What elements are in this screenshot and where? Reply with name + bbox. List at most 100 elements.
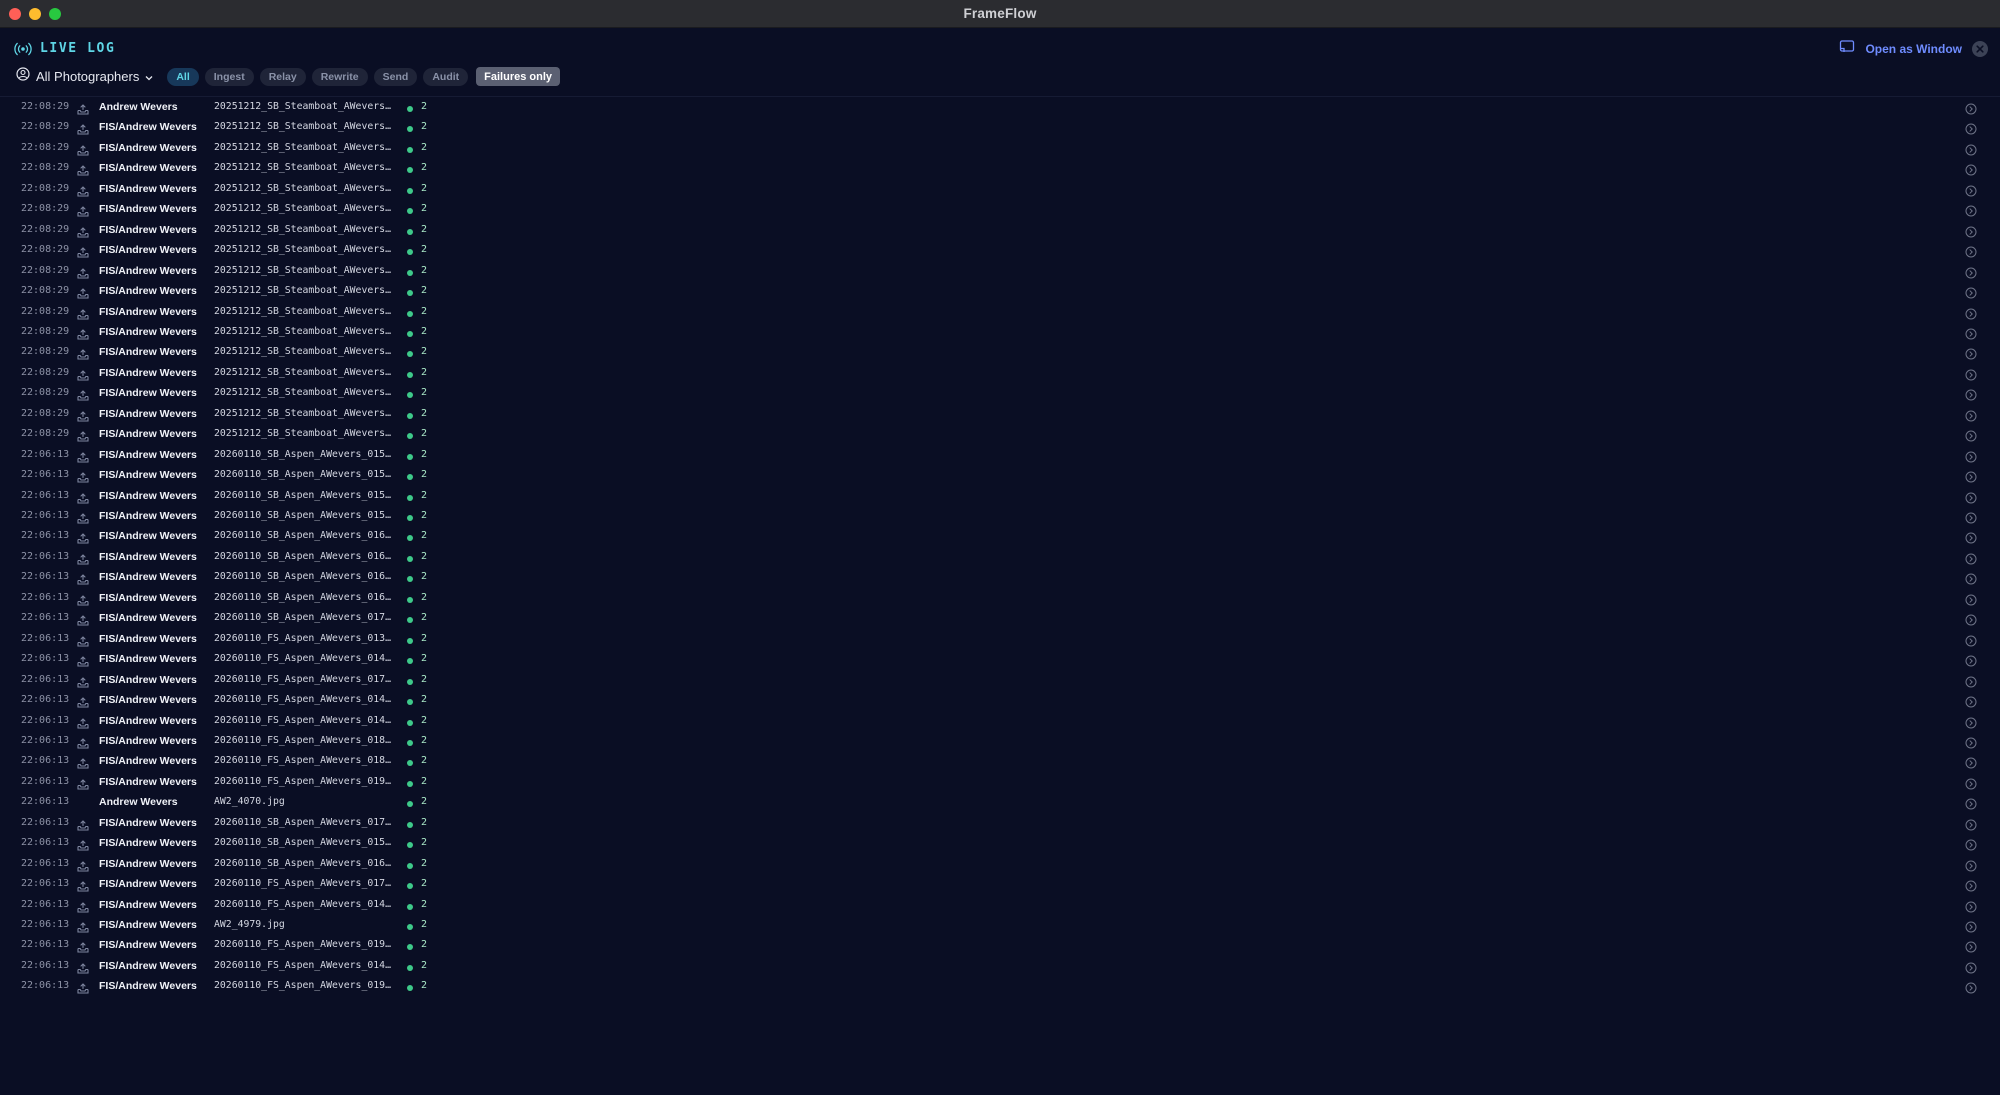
chevron-circle-icon[interactable] — [1965, 961, 1977, 979]
log-row[interactable]: 22:06:13 FIS/Andrew Wevers 20260110_FS_Asp… — [0, 671, 2000, 691]
chevron-circle-icon[interactable] — [1965, 347, 1977, 365]
log-row[interactable]: 22:08:29 FIS/Andrew Wevers 20251212_SB_Ste… — [0, 303, 2000, 323]
chevron-circle-icon[interactable] — [1965, 593, 1977, 611]
log-row[interactable]: 22:08:29 FIS/Andrew Wevers 20251212_SB_Ste… — [0, 282, 2000, 302]
log-row[interactable]: 22:08:29 FIS/Andrew Wevers 20251212_SB_Ste… — [0, 343, 2000, 363]
chevron-circle-icon[interactable] — [1965, 368, 1977, 386]
chevron-circle-icon[interactable] — [1965, 409, 1977, 427]
log-row[interactable]: 22:06:13 FIS/Andrew Wevers 20260110_FS_Asp… — [0, 936, 2000, 956]
log-row[interactable]: 22:06:13 FIS/Andrew Wevers 20260110_SB_Asp… — [0, 855, 2000, 875]
log-row[interactable]: 22:08:29 FIS/Andrew Wevers 20251212_SB_Ste… — [0, 364, 2000, 384]
log-row[interactable]: 22:06:13 FIS/Andrew Wevers 20260110_FS_Asp… — [0, 732, 2000, 752]
chevron-circle-icon[interactable] — [1965, 552, 1977, 570]
log-row[interactable]: 22:06:13 FIS/Andrew Wevers 20260110_SB_Asp… — [0, 487, 2000, 507]
log-row[interactable]: 22:06:13 FIS/Andrew Wevers 20260110_FS_Asp… — [0, 957, 2000, 977]
chevron-circle-icon[interactable] — [1965, 491, 1977, 509]
chip-audit[interactable]: Audit — [423, 67, 469, 86]
chevron-circle-icon[interactable] — [1965, 940, 1977, 958]
log-row[interactable]: 22:08:29 FIS/Andrew Wevers 20251212_SB_Ste… — [0, 241, 2000, 261]
chevron-circle-icon[interactable] — [1965, 920, 1977, 938]
log-row[interactable]: 22:06:13 FIS/Andrew Wevers 20260110_SB_Asp… — [0, 814, 2000, 834]
chevron-circle-icon[interactable] — [1965, 716, 1977, 734]
log-row[interactable]: 22:06:13 FIS/Andrew Wevers 20260110_FS_Asp… — [0, 691, 2000, 711]
chevron-circle-icon[interactable] — [1965, 143, 1977, 161]
chevron-circle-icon[interactable] — [1965, 695, 1977, 713]
chip-relay[interactable]: Relay — [259, 67, 306, 86]
log-row[interactable]: 22:06:13 FIS/Andrew Wevers 20260110_SB_Asp… — [0, 466, 2000, 486]
chevron-circle-icon[interactable] — [1965, 900, 1977, 918]
chip-send[interactable]: Send — [373, 67, 418, 86]
chevron-circle-icon[interactable] — [1965, 634, 1977, 652]
chevron-circle-icon[interactable] — [1965, 327, 1977, 345]
chip-ingest[interactable]: Ingest — [204, 67, 254, 86]
log-row[interactable]: 22:08:29 FIS/Andrew Wevers 20251212_SB_Ste… — [0, 384, 2000, 404]
chevron-circle-icon[interactable] — [1965, 777, 1977, 795]
log-row[interactable]: 22:06:13 Andrew Wevers AW2_4070.jpg 2 — [0, 793, 2000, 813]
log-row[interactable]: 22:06:13 FIS/Andrew Wevers 20260110_SB_Asp… — [0, 834, 2000, 854]
chevron-circle-icon[interactable] — [1965, 245, 1977, 263]
log-row[interactable]: 22:06:13 FIS/Andrew Wevers 20260110_FS_Asp… — [0, 650, 2000, 670]
window-minimize-button[interactable] — [29, 8, 41, 20]
chevron-circle-icon[interactable] — [1965, 307, 1977, 325]
chevron-circle-icon[interactable] — [1965, 736, 1977, 754]
log-row[interactable]: 22:06:13 FIS/Andrew Wevers 20260110_SB_Asp… — [0, 527, 2000, 547]
chevron-circle-icon[interactable] — [1965, 450, 1977, 468]
window-zoom-button[interactable] — [49, 8, 61, 20]
log-row[interactable]: 22:06:13 FIS/Andrew Wevers 20260110_FS_Asp… — [0, 752, 2000, 772]
log-row[interactable]: 22:08:29 FIS/Andrew Wevers 20251212_SB_Ste… — [0, 425, 2000, 445]
log-row[interactable]: 22:06:13 FIS/Andrew Wevers 20260110_SB_Asp… — [0, 609, 2000, 629]
chip-rewrite[interactable]: Rewrite — [311, 67, 368, 86]
chevron-circle-icon[interactable] — [1965, 981, 1977, 999]
log-row[interactable]: 22:06:13 FIS/Andrew Wevers 20260110_FS_Asp… — [0, 875, 2000, 895]
chevron-circle-icon[interactable] — [1965, 286, 1977, 304]
log-row[interactable]: 22:08:29 FIS/Andrew Wevers 20251212_SB_Ste… — [0, 323, 2000, 343]
chevron-circle-icon[interactable] — [1965, 859, 1977, 877]
photographer-select[interactable]: All Photographers — [16, 67, 153, 86]
log-row[interactable]: 22:08:29 FIS/Andrew Wevers 20251212_SB_Ste… — [0, 200, 2000, 220]
log-row[interactable]: 22:06:13 FIS/Andrew Wevers 20260110_FS_Asp… — [0, 977, 2000, 997]
log-row[interactable]: 22:08:29 FIS/Andrew Wevers 20251212_SB_Ste… — [0, 159, 2000, 179]
chevron-circle-icon[interactable] — [1965, 879, 1977, 897]
chevron-circle-icon[interactable] — [1965, 654, 1977, 672]
log-row[interactable]: 22:08:29 FIS/Andrew Wevers 20251212_SB_Ste… — [0, 139, 2000, 159]
chevron-circle-icon[interactable] — [1965, 163, 1977, 181]
log-row[interactable]: 22:08:29 FIS/Andrew Wevers 20251212_SB_Ste… — [0, 405, 2000, 425]
log-row[interactable]: 22:06:13 FIS/Andrew Wevers 20260110_SB_Asp… — [0, 446, 2000, 466]
close-panel-button[interactable] — [1972, 41, 1988, 57]
log-list[interactable]: 22:08:29 Andrew Wevers 20251212_SB_Steambo… — [0, 96, 2000, 1095]
chevron-circle-icon[interactable] — [1965, 797, 1977, 815]
log-row[interactable]: 22:06:13 FIS/Andrew Wevers 20260110_FS_Asp… — [0, 773, 2000, 793]
log-row[interactable]: 22:06:13 FIS/Andrew Wevers 20260110_SB_Asp… — [0, 507, 2000, 527]
window-close-button[interactable] — [9, 8, 21, 20]
log-row[interactable]: 22:06:13 FIS/Andrew Wevers 20260110_SB_Asp… — [0, 589, 2000, 609]
chevron-circle-icon[interactable] — [1965, 675, 1977, 693]
chevron-circle-icon[interactable] — [1965, 266, 1977, 284]
chevron-circle-icon[interactable] — [1965, 470, 1977, 488]
log-row[interactable]: 22:08:29 FIS/Andrew Wevers 20251212_SB_Ste… — [0, 118, 2000, 138]
log-row[interactable]: 22:08:29 FIS/Andrew Wevers 20251212_SB_Ste… — [0, 221, 2000, 241]
chevron-circle-icon[interactable] — [1965, 572, 1977, 590]
chevron-circle-icon[interactable] — [1965, 818, 1977, 836]
chevron-circle-icon[interactable] — [1965, 204, 1977, 222]
log-row[interactable]: 22:06:13 FIS/Andrew Wevers 20260110_SB_Asp… — [0, 568, 2000, 588]
open-as-window-button[interactable]: Open as Window — [1839, 40, 1962, 58]
chevron-circle-icon[interactable] — [1965, 838, 1977, 856]
log-row[interactable]: 22:06:13 FIS/Andrew Wevers AW2_4979.jpg 2 — [0, 916, 2000, 936]
chevron-circle-icon[interactable] — [1965, 511, 1977, 529]
chevron-circle-icon[interactable] — [1965, 388, 1977, 406]
log-row[interactable]: 22:06:13 FIS/Andrew Wevers 20260110_FS_Asp… — [0, 712, 2000, 732]
failures-only-toggle[interactable]: Failures only — [476, 67, 561, 86]
chevron-circle-icon[interactable] — [1965, 613, 1977, 631]
log-row[interactable]: 22:06:13 FIS/Andrew Wevers 20260110_FS_Asp… — [0, 630, 2000, 650]
chevron-circle-icon[interactable] — [1965, 122, 1977, 140]
chip-all[interactable]: All — [167, 67, 199, 86]
log-row[interactable]: 22:06:13 FIS/Andrew Wevers 20260110_SB_Asp… — [0, 548, 2000, 568]
log-row[interactable]: 22:08:29 Andrew Wevers 20251212_SB_Steambo… — [0, 98, 2000, 118]
log-row[interactable]: 22:08:29 FIS/Andrew Wevers 20251212_SB_Ste… — [0, 262, 2000, 282]
chevron-circle-icon[interactable] — [1965, 102, 1977, 120]
chevron-circle-icon[interactable] — [1965, 225, 1977, 243]
chevron-circle-icon[interactable] — [1965, 429, 1977, 447]
chevron-circle-icon[interactable] — [1965, 184, 1977, 202]
log-row[interactable]: 22:06:13 FIS/Andrew Wevers 20260110_FS_Asp… — [0, 896, 2000, 916]
chevron-circle-icon[interactable] — [1965, 531, 1977, 549]
